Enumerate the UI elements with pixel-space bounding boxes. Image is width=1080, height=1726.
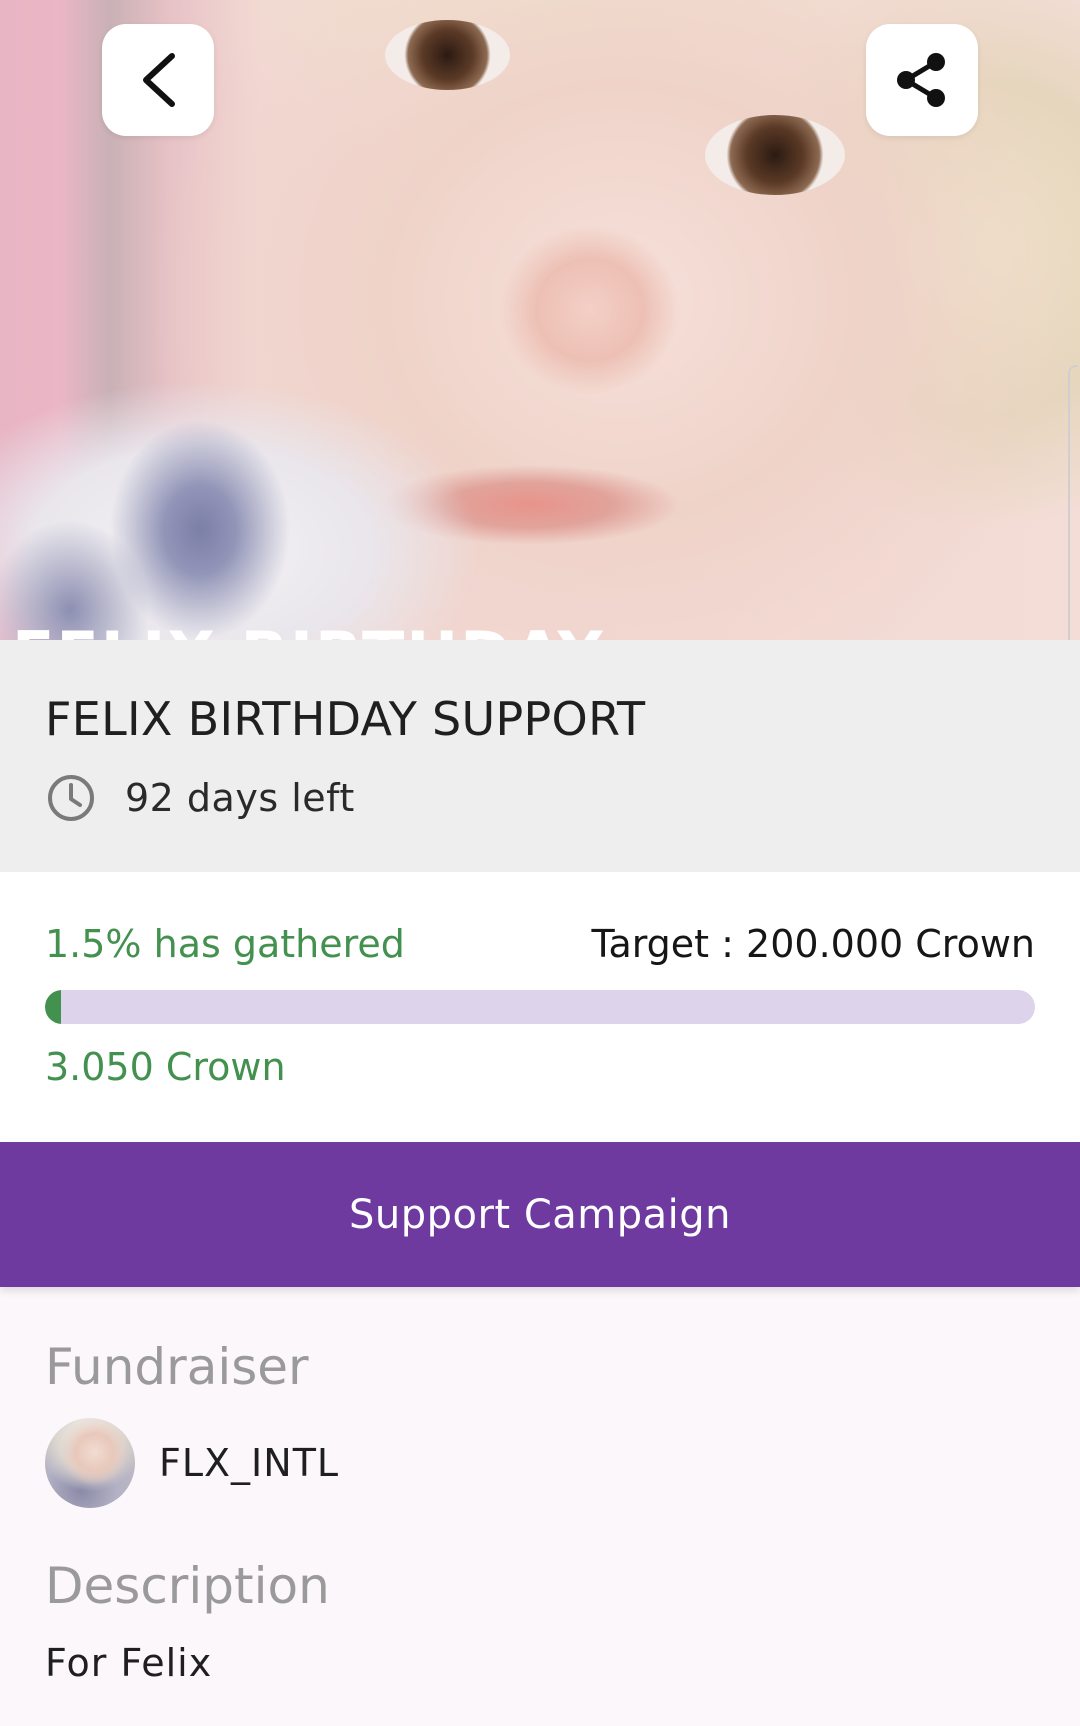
back-button[interactable] [102, 24, 214, 136]
days-left-text: 92 days left [125, 776, 355, 820]
description-text: For Felix [45, 1641, 213, 1685]
chevron-left-icon [143, 53, 175, 107]
fundraiser-profile[interactable]: FLX_INTL [45, 1418, 339, 1508]
clock-icon [48, 775, 94, 821]
progress-bar [45, 990, 1035, 1024]
hero-eye-right [705, 115, 845, 195]
title-section: FELIX BIRTHDAY SUPPORT 92 days left [0, 640, 1080, 872]
time-remaining: 92 days left [45, 772, 355, 824]
description-heading: Description [45, 1557, 330, 1615]
campaign-title: FELIX BIRTHDAY SUPPORT [45, 692, 646, 746]
share-button[interactable] [866, 24, 978, 136]
share-icon [897, 53, 945, 107]
gathered-percent: 1.5% has gathered [45, 922, 405, 966]
target-amount: Target : 200.000 Crown [591, 922, 1035, 966]
progress-bar-fill [45, 990, 61, 1024]
fundraiser-name[interactable]: FLX_INTL [159, 1441, 339, 1485]
hero-eye-left [385, 20, 510, 90]
gathered-amount: 3.050 Crown [45, 1045, 286, 1089]
plush-toy [0, 380, 480, 640]
banner-overlay-text: FELIX BIRTHDAY [12, 618, 605, 640]
fundraiser-heading: Fundraiser [45, 1338, 309, 1396]
progress-section: 1.5% has gathered Target : 200.000 Crown… [0, 872, 1080, 1142]
avatar[interactable] [45, 1418, 135, 1508]
support-campaign-button[interactable]: Support Campaign [0, 1142, 1080, 1287]
